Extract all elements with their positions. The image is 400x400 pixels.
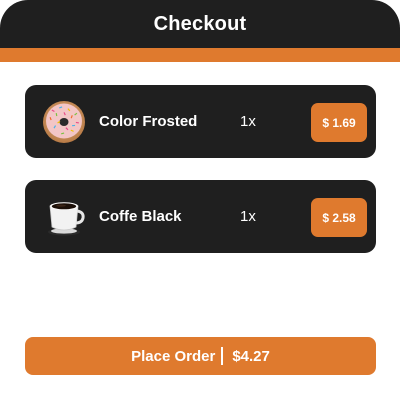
order-total: $4.27 [232,347,270,365]
item-quantity: 1x [240,208,256,225]
divider [221,347,224,365]
item-name: Color Frosted [99,113,198,130]
header-accent-stripe [0,48,400,62]
item-name: Coffe Black [99,208,182,225]
page-title: Checkout [153,12,247,35]
checkout-header: Checkout [0,0,400,48]
donut-icon [42,100,86,144]
cart-item: Color Frosted 1x $ 1.69 [25,85,376,158]
price-button[interactable]: $ 2.58 [311,198,367,237]
place-order-button[interactable]: Place Order $4.27 [25,337,376,375]
coffee-cup-icon [42,195,86,239]
cart-item: Coffe Black 1x $ 2.58 [25,180,376,253]
price-button[interactable]: $ 1.69 [311,103,367,142]
item-quantity: 1x [240,113,256,130]
place-order-label: Place Order [131,347,216,365]
